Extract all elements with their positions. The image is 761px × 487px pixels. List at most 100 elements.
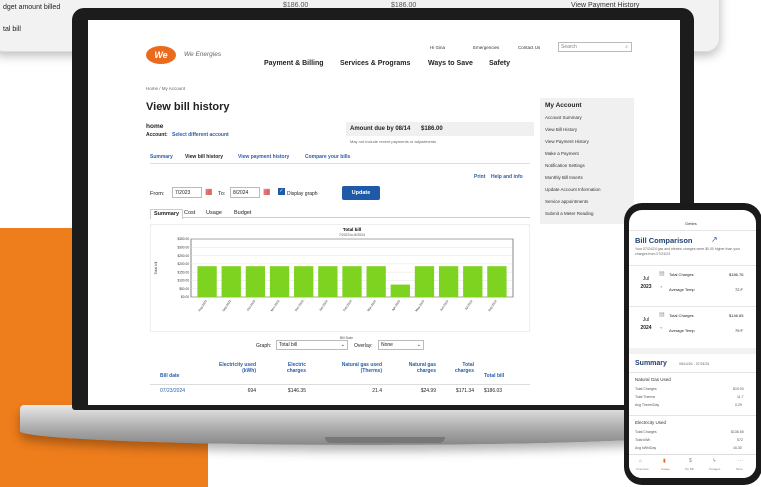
amount-due-value: $186.00 <box>421 126 443 132</box>
subnav-compare-bills[interactable]: Compare your bills <box>305 154 350 160</box>
bill-icon[interactable]: $ <box>689 458 692 464</box>
phone-header: Gettes <box>685 221 697 226</box>
sidebar-item-make-payment[interactable]: Make a Payment <box>545 151 579 156</box>
contact-link[interactable]: Contact Us <box>518 45 540 50</box>
cell-kwh: 694 <box>247 388 256 394</box>
sidebar-item-monthly-bill-inserts[interactable]: Monthly Bill Inserts <box>545 175 583 180</box>
subnav-view-bill-history[interactable]: View bill history <box>185 154 223 160</box>
y-tick-label: $0.00 <box>181 295 189 299</box>
elec-row-value: $136.55 <box>731 430 744 434</box>
tab-usage[interactable]: Usage <box>206 210 222 216</box>
charges-label: Total Charges <box>669 313 694 318</box>
tab-more[interactable]: More <box>736 467 743 471</box>
emergencies-link[interactable]: Emergencies <box>473 45 499 50</box>
tab-my-bill[interactable]: My Bill <box>685 467 694 471</box>
to-date-input[interactable]: 8/2024 <box>230 187 260 198</box>
col-bill-date[interactable]: Bill date <box>160 373 179 379</box>
nav-services-programs[interactable]: Services & Programs <box>340 60 410 67</box>
from-label: From: <box>150 191 165 197</box>
from-date-input[interactable]: 7/2023 <box>172 187 202 198</box>
bar <box>221 266 241 297</box>
summary-range: 06/14/24 - 07/24/24 <box>679 362 710 366</box>
subnav-view-payment-history[interactable]: View payment history <box>238 154 289 160</box>
divider <box>629 230 756 231</box>
table-header-row: Bill date Electricity used (kWh) Electri… <box>150 360 530 380</box>
cell-total-charges: $171.34 <box>455 388 474 394</box>
account-label: Account: <box>146 132 168 138</box>
tab-cost[interactable]: Cost <box>184 210 195 216</box>
y-tick-label: $250.00 <box>177 254 189 258</box>
charges-value: $186.76 <box>729 272 744 277</box>
divider <box>629 265 756 266</box>
y-tick-label: $100.00 <box>177 279 189 283</box>
temp-label: Average Temp <box>669 328 695 333</box>
nav-payment-billing[interactable]: Payment & Billing <box>264 60 324 67</box>
tab-outages[interactable]: Outages <box>709 467 720 471</box>
gas-row-value: 11.7 <box>737 395 744 399</box>
bar-chart: Total bill7/2023 to 8/2024$350.00$300.00… <box>154 227 514 313</box>
y-tick-label: $350.00 <box>177 237 189 241</box>
col-gas-charges[interactable]: Natural gas charges <box>394 362 436 374</box>
temp-value: 79 F <box>735 328 744 333</box>
display-graph-checkbox[interactable]: ✓ <box>278 188 285 195</box>
sidebar-item-account-summary[interactable]: Account Summary <box>545 115 582 120</box>
sidebar-item-view-bill-history[interactable]: View Bill History <box>545 127 577 132</box>
x-tick-label: Aug-2023 <box>197 299 208 312</box>
subnav-summary[interactable]: Summary <box>150 154 173 160</box>
col-total-bill[interactable]: Total bill <box>484 373 504 379</box>
bill-icon: ▤ <box>659 312 665 318</box>
trend-icon: ↗ <box>711 235 718 244</box>
help-link[interactable]: Help and info <box>491 174 523 180</box>
bar <box>438 266 459 297</box>
temp-label: Average Temp <box>669 287 695 292</box>
search-input[interactable]: Search ⌕ <box>558 42 632 52</box>
overlay-select[interactable]: None ⌄ <box>378 340 424 350</box>
bar <box>366 266 386 297</box>
bar <box>269 266 290 297</box>
section-gap <box>629 348 756 354</box>
bill-date-link[interactable]: 07/23/2024 <box>160 388 185 394</box>
tab-budget[interactable]: Budget <box>234 210 251 216</box>
laptop-notch <box>325 437 445 443</box>
chart-title: Total bill <box>343 227 361 232</box>
col-electricity-used[interactable]: Electricity used (kWh) <box>216 362 256 374</box>
col-electric-charges[interactable]: Electric charges <box>272 362 306 374</box>
phone-screen: Gettes Bill Comparison ↗ Your 07/24/24 g… <box>629 210 756 478</box>
we-energies-logo[interactable]: We <box>146 46 176 64</box>
gas-title: Natural Gas Used <box>635 377 671 382</box>
bill-comparison-title: Bill Comparison <box>635 236 693 245</box>
outage-icon[interactable]: ϟ <box>713 458 716 464</box>
search-icon[interactable]: ⌕ <box>625 43 628 52</box>
home-icon[interactable]: ⌂ <box>639 458 642 464</box>
gas-row-value: 0.29 <box>735 403 742 407</box>
nav-safety[interactable]: Safety <box>489 60 510 67</box>
x-tick-label: Dec-2023 <box>294 299 305 312</box>
sidebar-item-submit-meter-reading[interactable]: Submit a Meter Reading <box>545 211 594 216</box>
usage-icon[interactable]: ▮ <box>663 458 666 464</box>
cell-therms: 21.4 <box>372 388 382 394</box>
bar <box>390 284 410 297</box>
tab-summary[interactable]: Summary <box>150 209 184 219</box>
col-gas-used[interactable]: Natural gas used (Therms) <box>330 362 382 374</box>
select-account-link[interactable]: Select different account <box>172 132 229 138</box>
tab-usage[interactable]: Usage <box>661 467 670 471</box>
nav-ways-to-save[interactable]: Ways to Save <box>428 60 473 67</box>
print-link[interactable]: Print <box>474 174 485 180</box>
sidebar-item-view-payment-history[interactable]: View Payment History <box>545 139 589 144</box>
y-axis-label: Total bill <box>154 261 158 274</box>
tab-overview[interactable]: Overview <box>636 467 649 471</box>
col-total-charges[interactable]: Total charges <box>446 362 474 374</box>
sidebar-item-service-appointments[interactable]: Service appointments <box>545 199 588 204</box>
gas-row-value: $19.00 <box>733 387 744 391</box>
graph-select[interactable]: Total bill ⌄ <box>276 340 348 350</box>
sidebar-item-update-account[interactable]: Update Account Information <box>545 187 601 192</box>
calendar-icon[interactable]: ▦ <box>205 187 213 196</box>
more-icon[interactable]: ⋯ <box>738 458 743 464</box>
y-tick-label: $300.00 <box>177 245 189 249</box>
thermometer-icon: ◔ <box>659 326 663 332</box>
block-month: Jul <box>642 317 650 323</box>
sidebar-item-notification-settings[interactable]: Notification Settings <box>545 163 585 168</box>
update-button[interactable]: Update <box>342 186 380 200</box>
calendar-icon[interactable]: ▦ <box>263 187 271 196</box>
user-menu[interactable]: Hi Gina <box>430 45 445 50</box>
